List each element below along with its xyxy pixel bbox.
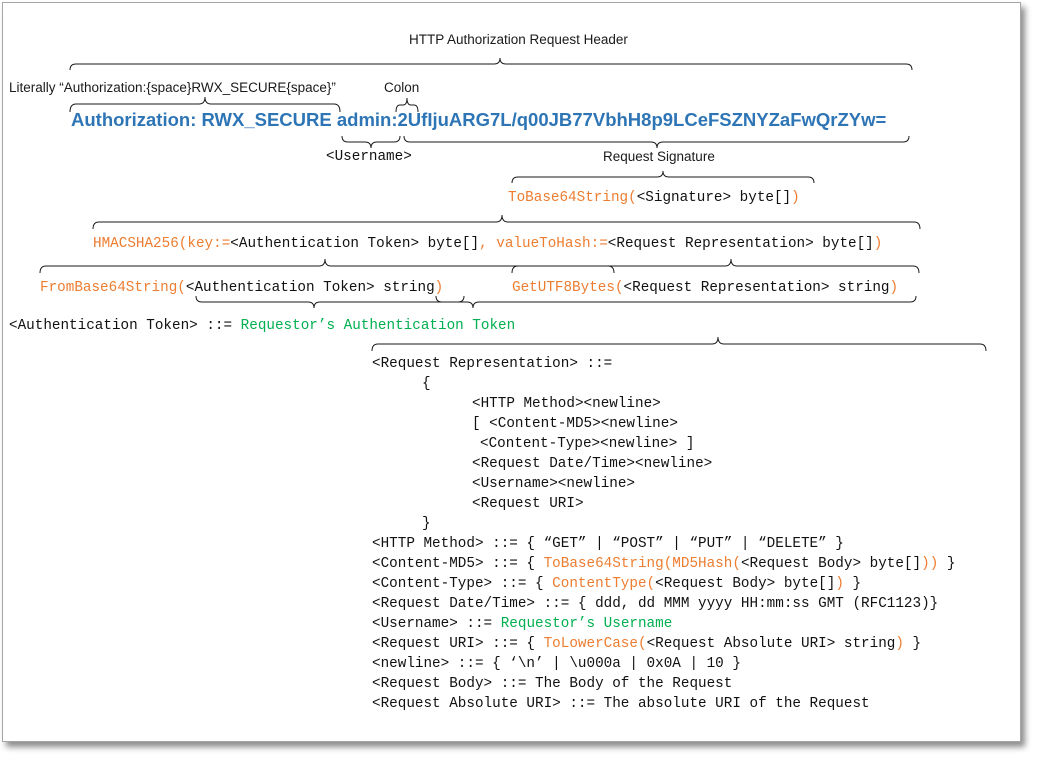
auth-header-line: Authorization: RWX_SECURE admin:2UfIjuAR…: [71, 109, 887, 130]
md5-close: )): [921, 556, 939, 572]
header-brace: [69, 57, 913, 71]
header-title: HTTP Authorization Request Header: [409, 32, 628, 47]
tobase64-line: ToBase64String(<Signature> byte[]): [508, 191, 800, 205]
ctype-end: }: [843, 576, 862, 592]
colon-label: Colon: [384, 80, 420, 95]
md5-lhs: <Content-MD5> ::= {: [372, 556, 544, 572]
username-def: <Username> ::= Requestor’s Username: [372, 617, 672, 631]
uri-arg: <Request Absolute URI> string: [646, 636, 896, 652]
auth-signature: 2UfIjuARG7L/q00JB77VbhH8p9LCeFSZNYZaFwQr…: [397, 109, 887, 130]
tobase64-fn: ToBase64String(: [508, 190, 637, 206]
hmac-key-arg: <Authentication Token> byte[]: [230, 236, 480, 252]
content-md5-def: <Content-MD5> ::= { ToBase64String(MD5Ha…: [372, 557, 955, 571]
ctype-arg: <Request Body> byte[]: [655, 576, 836, 592]
reqrep-head: <Request Representation> ::=: [372, 356, 613, 372]
utf8-line: GetUTF8Bytes(<Request Representation> st…: [512, 281, 898, 295]
reqrep-brace: [435, 295, 917, 309]
md5-arg: <Request Body> byte[]: [740, 556, 922, 572]
signature-brace: [403, 135, 910, 149]
utf8-close: ): [889, 280, 899, 296]
reqrep-item: <HTTP Method><newline>: [472, 396, 661, 412]
hmac-close: ): [873, 236, 883, 252]
auth-token-lhs: <Authentication Token> ::=: [9, 318, 241, 334]
auth-username: admin: [336, 109, 392, 130]
utf8-brace: [511, 258, 920, 274]
content-type-def: <Content-Type> ::= { ContentType(<Reques…: [372, 577, 861, 591]
auth-prefix: Authorization: RWX_SECURE: [71, 109, 332, 130]
reqrep-item: <Request Date/Time><newline>: [472, 456, 713, 472]
request-uri-def: <Request URI> ::= { ToLowerCase(<Request…: [372, 637, 921, 651]
literal-label: Literally “Authorization:{space}RWX_SECU…: [9, 80, 336, 95]
uri-close: ): [895, 636, 904, 652]
tobase64-close: ): [791, 190, 800, 206]
utf8-arg: <Request Representation> string: [623, 280, 890, 296]
utf8-fn: GetUTF8Bytes(: [512, 280, 624, 296]
md5-fn: ToBase64String(MD5Hash(: [543, 556, 741, 572]
ctype-close: ): [835, 576, 844, 592]
hmac-value-arg: <Request Representation> byte[]: [607, 236, 874, 252]
reqrep-item: <Username><newline>: [472, 476, 636, 492]
reqrep-item: [ <Content-MD5><newline>: [472, 416, 678, 432]
reqrep-open-brace: {: [422, 376, 431, 392]
tobase64-brace: [511, 170, 815, 184]
date-time-def: <Request Date/Time> ::= { ddd, dd MMM yy…: [372, 596, 939, 612]
username-label: <Username>: [326, 149, 412, 165]
request-body-def: <Request Body> ::= The Body of the Reque…: [372, 676, 733, 692]
frombase64-line: FromBase64String(<Authentication Token> …: [40, 281, 443, 295]
auth-token-rhs: Requestor’s Authentication Token: [240, 318, 516, 334]
auth-token-brace: [195, 295, 465, 309]
reqrep-def-brace: [371, 336, 987, 352]
ctype-lhs: <Content-Type> ::= {: [372, 576, 553, 592]
uri-end: }: [903, 636, 922, 652]
tobase64-arg: <Signature> byte[]: [636, 190, 792, 206]
username-rhs: Requestor’s Username: [500, 616, 673, 632]
username-brace: [341, 135, 401, 149]
reqrep-item: <Content-Type><newline> ]: [480, 436, 695, 452]
hmac-line: HMACSHA256(key:=<Authentication Token> b…: [93, 237, 882, 251]
hmac-fn: HMACSHA256(key:=: [93, 236, 231, 252]
http-method-def: <HTTP Method> ::= { “GET” | “POST” | “PU…: [372, 536, 844, 552]
reqrep-item: <Request URI>: [472, 496, 584, 512]
hmac-brace: [92, 214, 921, 230]
frombase64-fn: FromBase64String(: [40, 280, 186, 296]
hmac-sep: , valueToHash:=: [479, 236, 608, 252]
auth-token-def: <Authentication Token> ::= Requestor’s A…: [9, 319, 515, 333]
reqrep-close-brace: }: [422, 516, 431, 532]
newline-def: <newline> ::= { ‘\n’ | \u000a | 0x0A | 1…: [372, 656, 741, 672]
md5-end: }: [938, 556, 956, 572]
uri-fn: ToLowerCase(: [543, 636, 647, 652]
frombase64-close: ): [434, 280, 444, 296]
ctype-fn: ContentType(: [552, 576, 656, 592]
uri-lhs: <Request URI> ::= {: [372, 636, 544, 652]
signature-label: Request Signature: [603, 149, 715, 164]
absolute-uri-def: <Request Absolute URI> ::= The absolute …: [372, 696, 870, 712]
username-lhs: <Username> ::=: [372, 616, 501, 632]
frombase64-arg: <Authentication Token> string: [185, 280, 435, 296]
